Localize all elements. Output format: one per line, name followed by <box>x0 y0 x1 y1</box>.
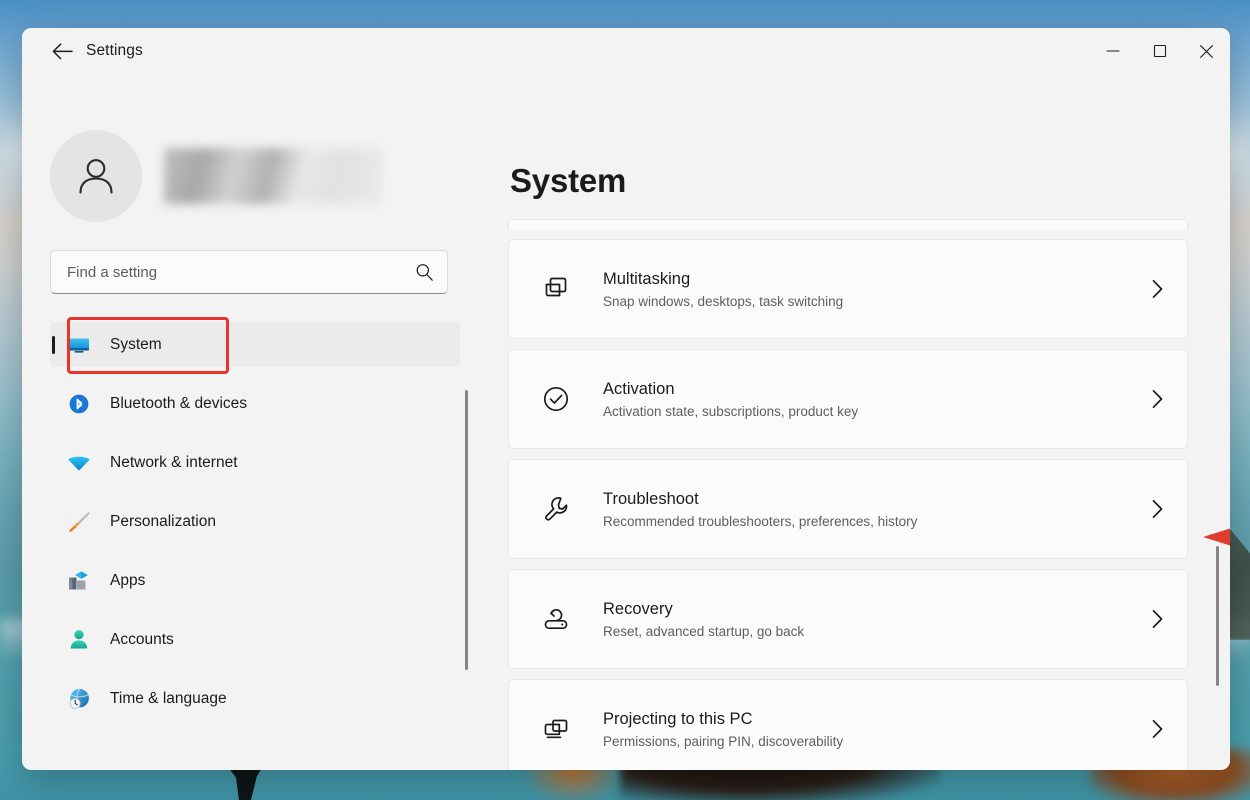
card-subtitle: Snap windows, desktops, task switching <box>603 293 1147 311</box>
bluetooth-icon <box>66 391 92 417</box>
card-recovery[interactable]: Recovery Reset, advanced startup, go bac… <box>508 569 1188 669</box>
title-bar: Settings <box>22 28 1230 74</box>
card-text: Recovery Reset, advanced startup, go bac… <box>603 598 1147 641</box>
card-subtitle: Reset, advanced startup, go back <box>603 623 1147 641</box>
window-body: System Bluetooth & devices <box>22 74 1230 770</box>
page-title: System <box>510 162 1230 200</box>
wrench-icon <box>539 492 573 526</box>
chevron-right-icon <box>1147 279 1167 299</box>
minimize-button[interactable] <box>1089 28 1136 74</box>
sidebar-item-label: Personalization <box>110 513 216 531</box>
back-button[interactable] <box>44 35 80 67</box>
clock-globe-icon <box>66 686 92 712</box>
sidebar-item-label: Accounts <box>110 631 174 649</box>
settings-card-list: Multitasking Snap windows, desktops, tas… <box>508 219 1188 770</box>
minimize-icon <box>1106 44 1120 58</box>
check-circle-icon <box>539 382 573 416</box>
wifi-icon <box>66 450 92 476</box>
overlapping-windows-icon <box>539 272 573 306</box>
card-text: Activation Activation state, subscriptio… <box>603 378 1147 421</box>
sidebar-scrollbar-thumb[interactable] <box>465 390 468 670</box>
search-box[interactable] <box>50 250 448 294</box>
chevron-right-icon <box>1147 499 1167 519</box>
sidebar-item-system[interactable]: System <box>50 322 460 367</box>
partial-card-top[interactable] <box>508 219 1188 230</box>
card-troubleshoot[interactable]: Troubleshoot Recommended troubleshooters… <box>508 459 1188 559</box>
monitor-icon <box>66 332 92 358</box>
recovery-drive-icon <box>539 602 573 636</box>
sidebar-item-label: Network & internet <box>110 454 238 472</box>
sidebar-item-label: Time & language <box>110 690 227 708</box>
sidebar-item-apps[interactable]: Apps <box>50 558 460 603</box>
card-title: Activation <box>603 378 1147 400</box>
account-block[interactable] <box>50 130 490 222</box>
sidebar-item-label: System <box>110 336 162 354</box>
card-multitasking[interactable]: Multitasking Snap windows, desktops, tas… <box>508 239 1188 339</box>
main-scrollbar-thumb[interactable] <box>1216 546 1219 686</box>
apps-icon <box>66 568 92 594</box>
sidebar-item-label: Apps <box>110 572 145 590</box>
card-title: Recovery <box>603 598 1147 620</box>
chevron-right-icon <box>1147 719 1167 739</box>
back-arrow-icon <box>52 43 73 60</box>
card-text: Projecting to this PC Permissions, pairi… <box>603 708 1147 751</box>
paintbrush-icon <box>66 509 92 535</box>
sidebar-nav: System Bluetooth & devices <box>50 322 460 721</box>
card-subtitle: Activation state, subscriptions, product… <box>603 403 1147 421</box>
card-projecting-to-this-pc[interactable]: Projecting to this PC Permissions, pairi… <box>508 679 1188 770</box>
person-avatar-icon <box>72 152 120 200</box>
search-input[interactable] <box>67 264 415 281</box>
window-controls <box>1089 28 1230 74</box>
account-name-redacted <box>164 148 382 204</box>
sidebar-item-time-language[interactable]: Time & language <box>50 676 460 721</box>
sidebar: System Bluetooth & devices <box>22 74 490 770</box>
card-subtitle: Permissions, pairing PIN, discoverabilit… <box>603 733 1147 751</box>
sidebar-item-accounts[interactable]: Accounts <box>50 617 460 662</box>
search-icon[interactable] <box>415 263 434 282</box>
sidebar-item-label: Bluetooth & devices <box>110 395 247 413</box>
card-title: Multitasking <box>603 268 1147 290</box>
settings-window: Settings <box>22 28 1230 770</box>
card-activation[interactable]: Activation Activation state, subscriptio… <box>508 349 1188 449</box>
two-monitors-icon <box>539 712 573 746</box>
card-title: Troubleshoot <box>603 488 1147 510</box>
app-title: Settings <box>86 42 143 60</box>
annotation-arrow <box>1203 526 1230 548</box>
card-subtitle: Recommended troubleshooters, preferences… <box>603 513 1147 531</box>
accounts-person-icon <box>66 627 92 653</box>
selection-indicator <box>52 336 55 354</box>
avatar <box>50 130 142 222</box>
maximize-button[interactable] <box>1136 28 1183 74</box>
main-content: System Multitasking Snap w <box>490 74 1230 770</box>
card-title: Projecting to this PC <box>603 708 1147 730</box>
sidebar-item-bluetooth-devices[interactable]: Bluetooth & devices <box>50 381 460 426</box>
chevron-right-icon <box>1147 389 1167 409</box>
sidebar-item-network-internet[interactable]: Network & internet <box>50 440 460 485</box>
sidebar-item-personalization[interactable]: Personalization <box>50 499 460 544</box>
close-icon <box>1199 44 1214 59</box>
close-button[interactable] <box>1183 28 1230 74</box>
maximize-icon <box>1153 44 1167 58</box>
card-text: Multitasking Snap windows, desktops, tas… <box>603 268 1147 311</box>
card-text: Troubleshoot Recommended troubleshooters… <box>603 488 1147 531</box>
chevron-right-icon <box>1147 609 1167 629</box>
